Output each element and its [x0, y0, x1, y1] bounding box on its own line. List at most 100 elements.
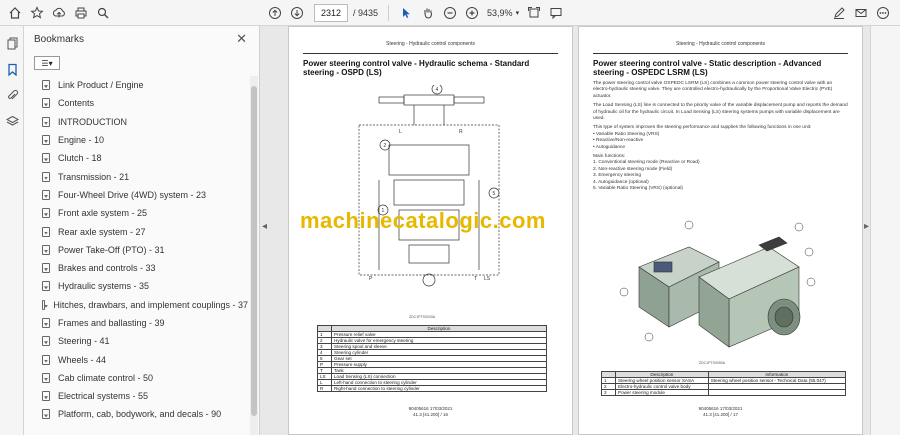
bookmark-label: Steering - 41: [58, 336, 110, 347]
table-cell: 3: [601, 389, 616, 396]
scrollbar-thumb[interactable]: [251, 86, 257, 416]
ls-paragraph: The Load Sensing (LS) line is connected …: [593, 103, 848, 122]
attachment-icon[interactable]: [0, 82, 24, 108]
next-page-arrow-icon[interactable]: ▸: [864, 221, 869, 232]
select-cursor-icon[interactable]: [395, 2, 417, 24]
bookmark-item[interactable]: Power Take-Off (PTO) - 31: [24, 241, 248, 259]
bookmark-item[interactable]: Cab climate control - 50: [24, 369, 248, 387]
bookmark-item[interactable]: Brakes and controls - 33: [24, 259, 248, 277]
bookmark-icon: [42, 98, 50, 109]
bookmark-label: Hydraulic systems - 35: [58, 281, 150, 292]
bookmark-item[interactable]: Steering - 41: [24, 332, 248, 350]
bookmark-item[interactable]: Rear axle system - 27: [24, 222, 248, 240]
table-cell: [707, 389, 847, 396]
zoom-in-icon[interactable]: [461, 2, 483, 24]
figure-id-left: ZDC1PTS0033A: [409, 315, 436, 319]
bookmark-item[interactable]: Hydraulic systems - 35: [24, 277, 248, 295]
more-icon[interactable]: [872, 2, 894, 24]
layers-icon[interactable]: [0, 108, 24, 134]
table-row: R Right-hand connection to steering cylin…: [317, 385, 547, 392]
zoom-out-icon[interactable]: [439, 2, 461, 24]
bookmark-item[interactable]: Hitches, drawbars, and implement couplin…: [24, 296, 248, 314]
bookmark-item[interactable]: INTRODUCTION: [24, 113, 248, 131]
bookmark-label: Cab climate control - 50: [58, 372, 154, 383]
function-item: 5. Variable Ratio Steering (VRS) (option…: [593, 186, 684, 192]
home-icon[interactable]: [4, 2, 26, 24]
pages-icon[interactable]: [0, 30, 24, 56]
bookmark-icon: [42, 263, 50, 274]
function-list: 1. Conventional steering mode (Reactive …: [593, 160, 848, 192]
svg-text:L: L: [399, 129, 402, 135]
svg-text:P: P: [369, 276, 373, 282]
arrow-down-icon[interactable]: [286, 2, 308, 24]
svg-text:T: T: [474, 276, 477, 282]
pdf-page-right: Steering - Hydraulic control components …: [578, 26, 863, 435]
bookmark-label: Wheels - 44: [58, 354, 107, 365]
page-number-input[interactable]: 2312: [314, 3, 348, 22]
table-cell: Steering wheel position sensor - Technic…: [707, 377, 847, 384]
bookmark-label: Link Product / Engine: [58, 80, 144, 91]
bookmark-item[interactable]: Wheels - 44: [24, 350, 248, 368]
bookmark-item[interactable]: Transmission - 21: [24, 167, 248, 185]
bookmark-label: INTRODUCTION: [58, 116, 127, 127]
bookmark-item[interactable]: Platform, cab, bodywork, and decals - 90: [24, 405, 248, 423]
section-title: Power steering control valve - Static de…: [593, 59, 822, 77]
print-icon[interactable]: [70, 2, 92, 24]
fit-page-icon[interactable]: [523, 2, 545, 24]
bookmark-icon[interactable]: [0, 56, 24, 82]
steering-valve-illustration: [619, 220, 816, 348]
bookmark-item[interactable]: Contents: [24, 94, 248, 112]
footer-page-number: 41.3 [41.200] / 17: [702, 412, 739, 417]
section-title: Power steering control valve - Hydraulic…: [303, 59, 530, 77]
bookmark-item[interactable]: Link Product / Engine: [24, 76, 248, 94]
arrow-up-icon[interactable]: [264, 2, 286, 24]
bookmark-icon: [42, 189, 50, 200]
bookmark-icon: [42, 116, 50, 127]
zoom-level-select[interactable]: 53,9% ▾: [483, 6, 523, 20]
bookmark-icon: [42, 372, 50, 383]
bookmark-icon: [42, 208, 50, 219]
bookmark-icon: [42, 354, 50, 365]
star-icon[interactable]: [26, 2, 48, 24]
bookmark-item[interactable]: Frames and ballasting - 39: [24, 314, 248, 332]
zoom-search-icon[interactable]: [92, 2, 114, 24]
navigation-rail: [0, 26, 24, 435]
bookmark-item[interactable]: Engine - 10: [24, 131, 248, 149]
bookmark-icon: [42, 171, 50, 182]
bookmark-icon: [42, 80, 50, 91]
page-header: Steering - Hydraulic control components: [386, 41, 475, 47]
svg-text:5: 5: [493, 191, 496, 197]
bookmarks-toolbar: ☰▾: [24, 52, 259, 74]
hand-icon[interactable]: [417, 2, 439, 24]
bookmark-item[interactable]: Four-Wheel Drive (4WD) system - 23: [24, 186, 248, 204]
bookmark-label: Rear axle system - 27: [58, 226, 146, 237]
bookmark-scrollbar[interactable]: [250, 76, 258, 435]
bookmark-label: Frames and ballasting - 39: [58, 318, 165, 328]
legend-table-left: Description 1 Pressure relief valve 2 Hydrau…: [317, 325, 547, 392]
bookmark-icon: [42, 318, 50, 328]
bookmark-label: Hitches, drawbars, and implement couplin…: [53, 299, 248, 310]
table-row: 3 Power steering module: [601, 389, 847, 396]
bookmark-icon: [42, 244, 50, 255]
bookmark-item[interactable]: Electrical systems - 55: [24, 387, 248, 405]
svg-text:R: R: [459, 129, 463, 135]
upload-icon[interactable]: [48, 2, 70, 24]
svg-text:4: 4: [436, 87, 439, 93]
svg-text:LS: LS: [484, 276, 491, 282]
bookmark-list: Link Product / Engine Contents INTRODUCTIO…: [24, 76, 248, 435]
bookmark-item[interactable]: Clutch - 18: [24, 149, 248, 167]
sign-pen-icon[interactable]: [828, 2, 850, 24]
prev-page-arrow-icon[interactable]: ◂: [262, 221, 267, 232]
bookmark-label: Transmission - 21: [58, 171, 130, 182]
bookmark-options-button[interactable]: ☰▾: [34, 56, 60, 70]
bookmark-label: Power Take-Off (PTO) - 31: [58, 244, 165, 255]
comment-icon[interactable]: [545, 2, 567, 24]
bookmark-item[interactable]: Front axle system - 25: [24, 204, 248, 222]
bullet-text: Autoguidance: [595, 144, 626, 150]
mail-icon[interactable]: [850, 2, 872, 24]
bookmark-icon: [42, 409, 50, 420]
hydraulic-schematic-figure: 2451 LR P T LS: [358, 85, 500, 287]
bookmarks-panel-title: Bookmarks: [34, 33, 85, 45]
zoom-level-value: 53,9%: [487, 7, 513, 18]
close-icon[interactable]: ✕: [236, 31, 247, 47]
